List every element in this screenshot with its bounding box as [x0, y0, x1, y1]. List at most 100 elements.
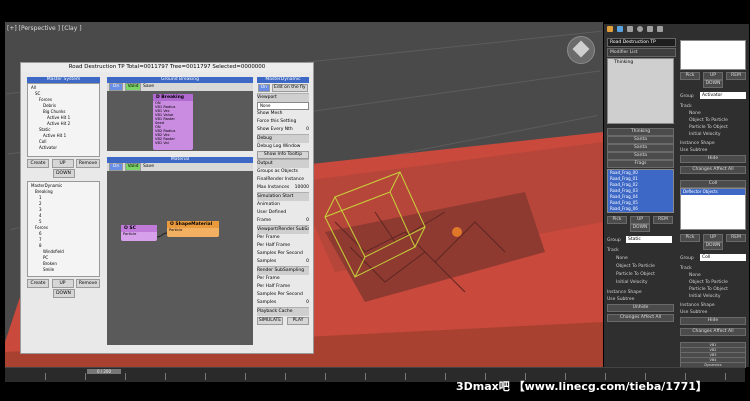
up-button[interactable]: UP: [51, 279, 74, 288]
hierarchy-tab-icon[interactable]: [627, 26, 633, 32]
force-setting-checkbox[interactable]: Force this Setting: [257, 118, 309, 126]
modifier-stack[interactable]: Thinking: [607, 58, 674, 124]
track-none-radio[interactable]: None: [689, 273, 701, 278]
section-sim-start[interactable]: Simulation Start: [257, 192, 309, 201]
show-every-value[interactable]: 0: [306, 126, 309, 134]
track-object-radio[interactable]: Object To Particle: [616, 264, 655, 269]
samples-sec-radio[interactable]: Samples Per Second: [257, 250, 309, 258]
pick-button[interactable]: Pick: [680, 234, 700, 242]
per-half-frame-radio[interactable]: Per Half Frame: [257, 242, 309, 250]
section-debug[interactable]: Debug: [257, 134, 309, 143]
per-frame-radio[interactable]: Per Frame: [257, 234, 309, 242]
instance-shape-checkbox[interactable]: Instance Shape: [680, 303, 715, 308]
track-object-radio[interactable]: Object To Particle: [689, 280, 728, 285]
track-velocity-radio[interactable]: Initial Velocity: [616, 280, 648, 285]
rem-button[interactable]: REM: [726, 72, 746, 80]
create-button[interactable]: Create: [27, 159, 49, 168]
track-particle-radio[interactable]: Particle To Object: [689, 287, 728, 292]
use-subtree-checkbox[interactable]: Use Subtree: [680, 310, 707, 315]
right-list[interactable]: [680, 40, 746, 70]
rollout-coll[interactable]: Coll: [680, 180, 746, 188]
list-item[interactable]: Road_Frag_06: [608, 206, 673, 212]
tree-item[interactable]: Activator: [29, 145, 98, 151]
hide-button[interactable]: Hide: [680, 317, 746, 325]
group-dropdown[interactable]: Static: [626, 236, 672, 243]
remove-button[interactable]: Remove: [76, 159, 100, 168]
instance-shape-checkbox[interactable]: Instance Shape: [607, 290, 642, 295]
down-button[interactable]: DOWN: [630, 224, 650, 232]
pick-button[interactable]: Pick: [607, 216, 627, 224]
modify-tab-icon[interactable]: [617, 26, 623, 32]
use-subtree-checkbox[interactable]: Use Subtree: [680, 148, 707, 153]
section-render-subsampling[interactable]: Render SubSampling: [257, 266, 309, 275]
modifier-list-dropdown[interactable]: Modifier List: [607, 48, 676, 57]
ground-breaking-canvas[interactable]: D Breaking ON VB1 Radius VB1 Vec VB1 Val…: [107, 91, 253, 151]
up-button[interactable]: UP: [51, 159, 74, 168]
track-none-radio[interactable]: None: [689, 111, 701, 116]
down-button[interactable]: DOWN: [52, 289, 75, 298]
group-dropdown[interactable]: Activator: [700, 92, 746, 99]
time-slider-thumb[interactable]: 0 / 200: [87, 369, 121, 374]
debug-log-checkbox[interactable]: Debug Log Window: [257, 143, 309, 151]
simulate-button[interactable]: SIMULATE: [257, 317, 283, 325]
use-subtree-checkbox[interactable]: Use Subtree: [607, 297, 634, 302]
down-button[interactable]: DOWN: [52, 169, 75, 178]
frags-list[interactable]: Road_Frag_00 Road_Frag_01 Road_Frag_02 R…: [607, 169, 674, 213]
animation-radio[interactable]: Animation: [257, 201, 309, 209]
up-button[interactable]: UP: [703, 72, 723, 80]
group-dropdown[interactable]: Coll: [700, 254, 746, 261]
samples-value[interactable]: 0: [306, 299, 309, 307]
create-tab-icon[interactable]: [607, 26, 613, 32]
valid-button[interactable]: Valid: [125, 163, 141, 171]
track-velocity-radio[interactable]: Initial Velocity: [689, 294, 721, 299]
master-system-tree[interactable]: All SC Forces Debris Big Chunks Active H…: [27, 83, 100, 157]
section-vp-subsampling[interactable]: Viewport/Render SubSampling: [257, 225, 309, 234]
on-button[interactable]: On: [109, 83, 123, 91]
viewport-dropdown[interactable]: None: [257, 102, 309, 110]
object-name-field[interactable]: Road Destruction TP: [607, 38, 676, 47]
per-frame-radio[interactable]: Per Frame: [257, 275, 309, 283]
rollout-santa[interactable]: Santa: [607, 144, 674, 152]
max-instances-value[interactable]: 10000: [295, 184, 309, 192]
track-particle-radio[interactable]: Particle To Object: [689, 125, 728, 130]
utilities-tab-icon[interactable]: [657, 26, 663, 32]
pick-button[interactable]: Pick: [680, 72, 700, 80]
unhide-button[interactable]: Unhide: [607, 304, 674, 312]
rem-button[interactable]: REM: [653, 216, 673, 224]
show-info-button[interactable]: Show Info Tooltip: [257, 151, 309, 159]
tree-item[interactable]: Smile: [29, 267, 98, 273]
track-particle-radio[interactable]: Particle To Object: [616, 272, 655, 277]
motion-tab-icon[interactable]: [637, 26, 643, 32]
rollout-santa[interactable]: Santa: [607, 152, 674, 160]
list-item[interactable]: Deflector Objects: [681, 189, 745, 195]
up-button[interactable]: UP: [703, 234, 723, 242]
groups-objects-checkbox[interactable]: Groups as Objects: [257, 168, 309, 176]
edit-on-fly-button[interactable]: Edit on the fly: [271, 84, 308, 92]
changes-affect-button[interactable]: Changes Affect All: [680, 328, 746, 336]
up-button[interactable]: UP: [630, 216, 650, 224]
material-canvas[interactable]: O SC Particle O ShapeMaterial Particle: [107, 171, 253, 345]
rem-button[interactable]: REM: [726, 234, 746, 242]
per-half-frame-radio[interactable]: Per Half Frame: [257, 283, 309, 291]
changes-affect-button[interactable]: Changes Affect All: [607, 314, 674, 322]
user-defined-radio[interactable]: User Defined: [257, 209, 309, 217]
track-object-radio[interactable]: Object To Particle: [689, 118, 728, 123]
samples-value[interactable]: 0: [306, 258, 309, 266]
rollout-frags[interactable]: Frags: [607, 160, 674, 168]
track-velocity-radio[interactable]: Initial Velocity: [689, 132, 721, 137]
section-playback[interactable]: Playback Cache: [257, 307, 309, 316]
display-tab-icon[interactable]: [647, 26, 653, 32]
rollout-santa[interactable]: Santa: [607, 136, 674, 144]
create-button[interactable]: Create: [27, 279, 49, 288]
final-render-checkbox[interactable]: FinalRender Instance: [257, 176, 309, 184]
stack-item[interactable]: Thinking: [608, 59, 673, 66]
deflector-list[interactable]: Deflector Objects: [680, 188, 746, 230]
instance-shape-checkbox[interactable]: Instance Shape: [680, 141, 715, 146]
track-none-radio[interactable]: None: [616, 256, 628, 261]
down-button[interactable]: DOWN: [703, 242, 723, 250]
save-label[interactable]: Save: [143, 83, 154, 91]
rollout-thinking[interactable]: Thinking: [607, 128, 674, 136]
viewcube-icon[interactable]: [567, 36, 595, 64]
save-label[interactable]: Save: [143, 163, 154, 171]
section-output[interactable]: Output: [257, 159, 309, 168]
